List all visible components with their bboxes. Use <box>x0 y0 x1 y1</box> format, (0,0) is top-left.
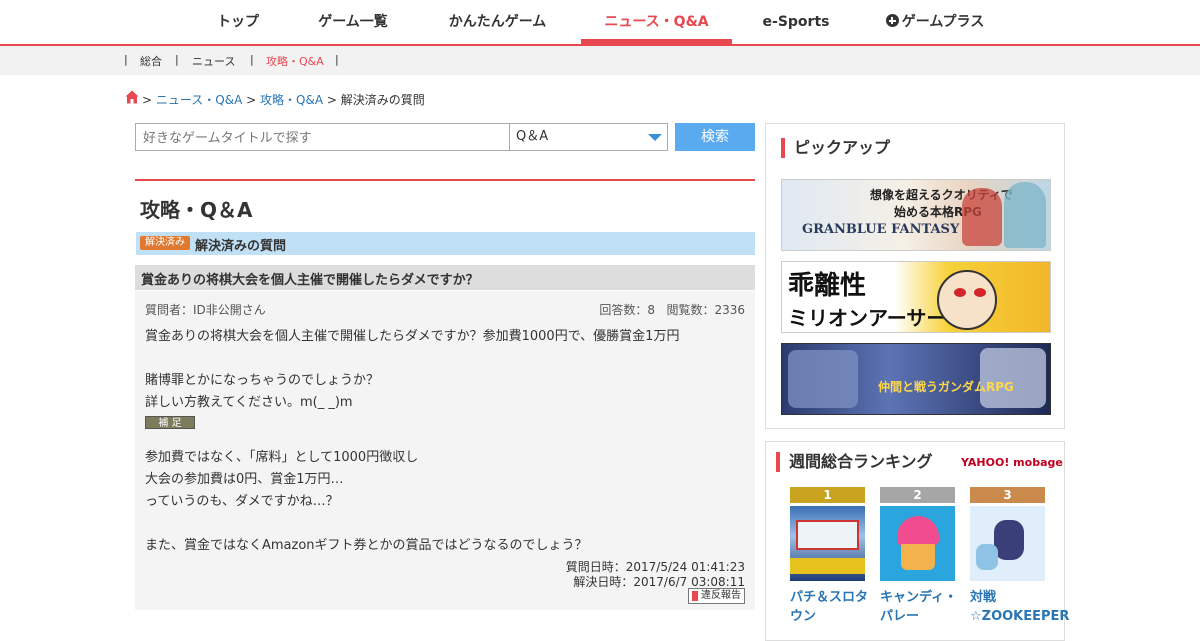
game-name-2[interactable]: キャンディ・パレー <box>880 588 960 626</box>
breadcrumb-separator: > <box>326 93 337 107</box>
nav-item-game-list[interactable]: ゲーム一覧 <box>308 0 398 44</box>
pickup-heading: ピックアップ <box>781 138 890 158</box>
page-title: 攻略・Q＆A <box>140 198 253 222</box>
divider: | <box>175 53 179 66</box>
provider-logo: YAHOO! mobage <box>961 456 1063 469</box>
banner-text: 乖離性 <box>788 271 867 301</box>
banner-gundam-operations[interactable]: 仲間と戦うガンダムRPG <box>781 343 1051 415</box>
game-name-1[interactable]: パチ＆スロタウン <box>790 588 870 626</box>
search-button[interactable]: 検索 <box>675 123 755 151</box>
game-thumbnail-pachi-slot-town[interactable] <box>790 506 865 581</box>
robot-illustration <box>788 350 858 408</box>
report-button[interactable]: 違反報告 <box>688 588 745 604</box>
nav-item-gameplus-label: ゲームプラス <box>901 14 985 30</box>
breadcrumb-current: 解決済みの質問 <box>340 93 425 107</box>
resolved-header: 解決済み 解決済みの質問 <box>136 232 755 255</box>
character-eye <box>954 288 966 297</box>
category-select-value: Q＆A <box>516 129 549 144</box>
report-label: 違反報告 <box>701 590 741 601</box>
question-title: 賞金ありの将棋大会を個人主催で開催したらダメですか？ <box>141 273 479 288</box>
character-illustration <box>1004 182 1046 248</box>
breadcrumb-news-qa[interactable]: ニュース・Q&A <box>156 93 242 107</box>
logo-band <box>790 558 865 574</box>
supplement-text-line: また、賞金ではなくAmazonギフト券とかの賞品ではどうなるのでしょう？ <box>145 538 588 553</box>
chevron-down-icon <box>648 134 662 141</box>
character-illustration <box>962 188 1002 246</box>
divider: | <box>124 53 128 66</box>
plus-icon <box>885 14 899 27</box>
banner-text: 仲間と戦うガンダムRPG <box>878 380 1014 394</box>
banner-granblue-fantasy[interactable]: 想像を超えるクオリティで 始める本格RPG GRANBLUE FANTASY <box>781 179 1051 251</box>
resolved-badge: 解決済み <box>140 236 190 250</box>
supplement-text-line: 参加費ではなく、「席料」として1000円徴収し <box>145 450 419 465</box>
question-body: 質問者：ID非公開さん 回答数：8 閲覧数：2336 賞金ありの将棋大会を個人主… <box>135 291 755 610</box>
banner-million-arthur[interactable]: 乖離性 ミリオンアーサー <box>781 261 1051 333</box>
home-icon[interactable] <box>125 90 139 104</box>
slot-reel <box>796 520 859 550</box>
rank-badge-3: 3 <box>970 487 1045 503</box>
subnav-item-strategy-qa[interactable]: 攻略・Q&A <box>266 53 324 69</box>
divider: | <box>335 53 339 66</box>
answer-count: 回答数：8 <box>599 303 655 317</box>
game-thumbnail-zookeeper[interactable] <box>970 506 1045 581</box>
nav-item-easy-games[interactable]: かんたんゲーム <box>440 0 555 44</box>
character-illustration <box>994 520 1024 560</box>
question-text-line: 詳しい方教えてください。m(_ _)m <box>145 395 353 410</box>
question-stats: 回答数：8 閲覧数：2336 <box>599 301 745 318</box>
rank-badge-2: 2 <box>880 487 955 503</box>
breadcrumb-separator: > <box>246 93 257 107</box>
view-count: 閲覧数：2336 <box>666 303 745 317</box>
question-text-line: 賭博罪とかになっちゃうのでしょうか？ <box>145 373 380 388</box>
banner-text: ミリオンアーサー <box>788 306 947 330</box>
question-text-line: 賞金ありの将棋大会を個人主催で開催したらダメですか？参加費1000円で、優勝賞金… <box>145 329 680 344</box>
resolved-heading: 解決済みの質問 <box>195 239 287 254</box>
character-illustration <box>937 270 997 330</box>
ranking-heading: 週間総合ランキング <box>776 452 933 472</box>
active-tab-indicator <box>581 39 732 44</box>
ranking-panel: 週間総合ランキング YAHOO! mobage 1 パチ＆スロタウン 2 キャン… <box>765 441 1069 641</box>
cupcake-base <box>901 544 935 570</box>
subnav-item-overall[interactable]: 総合 <box>140 53 162 69</box>
breadcrumb-strategy-qa[interactable]: 攻略・Q&A <box>260 93 323 107</box>
cupcake-top <box>897 516 939 546</box>
rank-badge-1: 1 <box>790 487 865 503</box>
report-icon <box>692 591 698 601</box>
character-eye <box>974 288 986 297</box>
character-illustration <box>976 544 998 570</box>
nav-item-esports[interactable]: e-Sports <box>760 0 832 44</box>
top-nav: トップ ゲーム一覧 かんたんゲーム ニュース・Q&A e-Sports ゲームプ… <box>0 0 1200 46</box>
divider: | <box>250 53 254 66</box>
breadcrumb-separator: > <box>142 93 153 107</box>
question-title-bar: 賞金ありの将棋大会を個人主催で開催したらダメですか？ <box>135 265 755 290</box>
nav-item-top[interactable]: トップ <box>208 0 268 44</box>
game-name-3[interactable]: 対戦☆ZOOKEEPER <box>970 588 1069 626</box>
pickup-panel: ピックアップ 想像を超えるクオリティで 始める本格RPG GRANBLUE FA… <box>765 123 1065 429</box>
section-divider <box>135 179 755 181</box>
nav-item-gameplus[interactable]: ゲームプラス <box>880 0 990 44</box>
category-select[interactable]: Q＆A <box>509 123 668 151</box>
game-thumbnail-candy-parade[interactable] <box>880 506 955 581</box>
supplement-text-line: っていうのも、ダメですかね…？ <box>145 494 339 509</box>
sub-nav: | 総合 | ニュース | 攻略・Q&A | <box>0 46 1200 75</box>
search-input[interactable] <box>135 123 510 151</box>
asker-name: 質問者：ID非公開さん <box>145 303 266 317</box>
nav-item-news-qa[interactable]: ニュース・Q&A <box>581 0 732 44</box>
subnav-item-news[interactable]: ニュース <box>192 53 235 69</box>
supplement-text-line: 大会の参加費は0円、賞金1万円… <box>145 472 344 487</box>
banner-text: GRANBLUE FANTASY <box>802 222 960 237</box>
supplement-badge: 補 足 <box>145 416 195 429</box>
